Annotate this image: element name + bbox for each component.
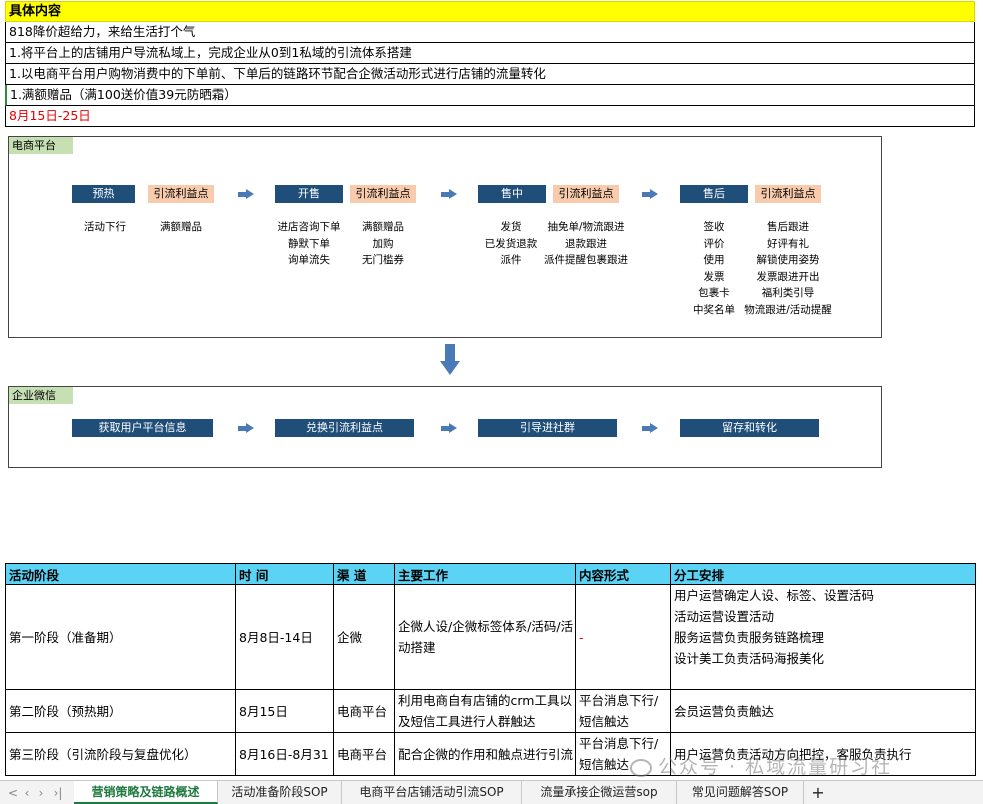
section-title-cell[interactable]: 具体内容 (5, 1, 975, 22)
goal-cell[interactable]: 1.将平台上的店铺用户导流私域上，完成企业从0到1私域的引流体系搭建 (5, 43, 975, 64)
in-sale-benefits: 抽免单/物流跟进 退款跟进 派件提醒包裹跟进 (544, 221, 628, 266)
stage-after-sale-benefit: 引流利益点 (755, 185, 821, 203)
cell-work[interactable]: 企微人设/企微标签体系/活码/活动搭建 (394, 584, 576, 690)
add-sheet-button[interactable]: + (808, 781, 828, 804)
stage-in-sale: 售中 (478, 185, 546, 203)
cell-assign[interactable]: 用户运营确定人设、标签、设置活码 活动运营设置活动 服务运营负责服务链路梳理 设… (670, 584, 976, 690)
launch-actions: 进店咨询下单 静默下单 询单流失 (277, 221, 341, 266)
launch-benefits: 满额赠品 加购 无门槛券 (362, 221, 404, 266)
wecom-panel-label: 企业微信 (9, 387, 73, 404)
tab-activity-prep[interactable]: 活动准备阶段SOP (218, 781, 342, 804)
header-channel[interactable]: 渠 道 (333, 563, 395, 585)
stage-in-sale-benefit: 引流利益点 (553, 185, 619, 203)
after-sale-benefits: 售后跟进 好评有礼 解锁使用姿势 发票跟进开出 福利类引导 物流跟进/活动提醒 (744, 221, 832, 316)
wecom-step-get-user-info: 获取用户平台信息 (72, 419, 213, 437)
tab-faq[interactable]: 常见问题解答SOP (677, 781, 804, 804)
header-work[interactable]: 主要工作 (394, 563, 576, 585)
last-sheet-button[interactable]: ›| (50, 785, 66, 801)
tab-wecom-operations[interactable]: 流量承接企微运营sop (522, 781, 677, 804)
cell-stage[interactable]: 第一阶段（准备期） (5, 584, 236, 690)
first-sheet-button[interactable]: < (6, 785, 20, 801)
stage-preheat: 预热 (72, 185, 135, 203)
stage-launch-benefit: 引流利益点 (350, 185, 416, 203)
cell-time[interactable]: 8月16日-8月31 (235, 732, 334, 776)
table-header-row: 活动阶段 时 间 渠 道 主要工作 内容形式 分工安排 (5, 563, 976, 585)
sheet-tab-bar: < ‹ › ›| 营销策略及链路概述 活动准备阶段SOP 电商平台店铺活动引流S… (0, 780, 983, 804)
cell-stage[interactable]: 第二阶段（预热期） (5, 689, 236, 733)
preheat-benefits: 满额赠品 (160, 221, 202, 233)
header-time[interactable]: 时 间 (235, 563, 334, 585)
stage-launch: 开售 (275, 185, 343, 203)
wecom-step-join-community: 引导进社群 (478, 419, 617, 437)
stage-after-sale: 售后 (680, 185, 748, 203)
watermark: 公众号 · 私域流量研习社 (630, 752, 892, 779)
ecommerce-panel-label: 电商平台 (9, 137, 73, 154)
tab-ecommerce-traffic[interactable]: 电商平台店铺活动引流SOP (342, 781, 522, 804)
cell-form[interactable]: - (575, 584, 671, 690)
table-row: 第一阶段（准备期） 8月8日-14日 企微 企微人设/企微标签体系/活码/活动搭… (5, 584, 976, 690)
schedule-table: 活动阶段 时 间 渠 道 主要工作 内容形式 分工安排 第一阶段（准备期） 8月… (5, 563, 976, 776)
header-form[interactable]: 内容形式 (575, 563, 671, 585)
promotion-cell[interactable]: 1.满额赠品（满100送价值39元防晒霜） (5, 85, 975, 106)
date-range-cell[interactable]: 8月15日-25日 (5, 106, 975, 127)
table-row: 第二阶段（预热期） 8月15日 电商平台 利用电商自有店铺的crm工具以及短信工… (5, 689, 976, 733)
wecom-step-redeem-benefit: 兑换引流利益点 (275, 419, 414, 437)
ecommerce-flow-panel[interactable]: 电商平台 预热 引流利益点 开售 引流利益点 售中 引流利益点 售后 引流利益点… (8, 136, 882, 338)
prev-sheet-button[interactable]: ‹ (20, 785, 34, 801)
header-stage[interactable]: 活动阶段 (5, 563, 236, 585)
wecom-step-retention: 留存和转化 (680, 419, 819, 437)
spreadsheet-sheet: 具体内容 818降价超给力，来给生活打个气 1.将平台上的店铺用户导流私域上，完… (0, 0, 983, 780)
next-sheet-button[interactable]: › (34, 785, 48, 801)
wecom-flow-panel[interactable]: 企业微信 获取用户平台信息 兑换引流利益点 引导进社群 留存和转化 (8, 386, 882, 468)
cell-work[interactable]: 利用电商自有店铺的crm工具以及短信工具进行人群触达 (394, 689, 576, 733)
down-arrow-icon (440, 344, 460, 375)
cell-assign[interactable]: 会员运营负责触达 (670, 689, 976, 733)
cell-channel[interactable]: 电商平台 (333, 689, 395, 733)
in-sale-actions: 发货 已发货退款 派件 (484, 221, 538, 266)
slogan-cell[interactable]: 818降价超给力，来给生活打个气 (5, 22, 975, 43)
header-assign[interactable]: 分工安排 (670, 563, 976, 585)
cell-stage[interactable]: 第三阶段（引流阶段与复盘优化） (5, 732, 236, 776)
stage-preheat-benefit: 引流利益点 (148, 185, 214, 203)
cell-time[interactable]: 8月15日 (235, 689, 334, 733)
cell-channel[interactable]: 企微 (333, 584, 395, 690)
cell-channel[interactable]: 电商平台 (333, 732, 395, 776)
cell-form[interactable]: 平台消息下行/短信触达 (575, 689, 671, 733)
cell-work[interactable]: 配合企微的作用和触点进行引流 (394, 732, 576, 776)
strategy-cell[interactable]: 1.以电商平台用户购物消费中的下单前、下单后的链路环节配合企微活动形式进行店铺的… (5, 64, 975, 85)
wechat-icon (630, 758, 652, 777)
tab-marketing-strategy[interactable]: 营销策略及链路概述 (74, 781, 218, 804)
cell-time[interactable]: 8月8日-14日 (235, 584, 334, 690)
preheat-actions: 活动下行 (84, 221, 126, 233)
